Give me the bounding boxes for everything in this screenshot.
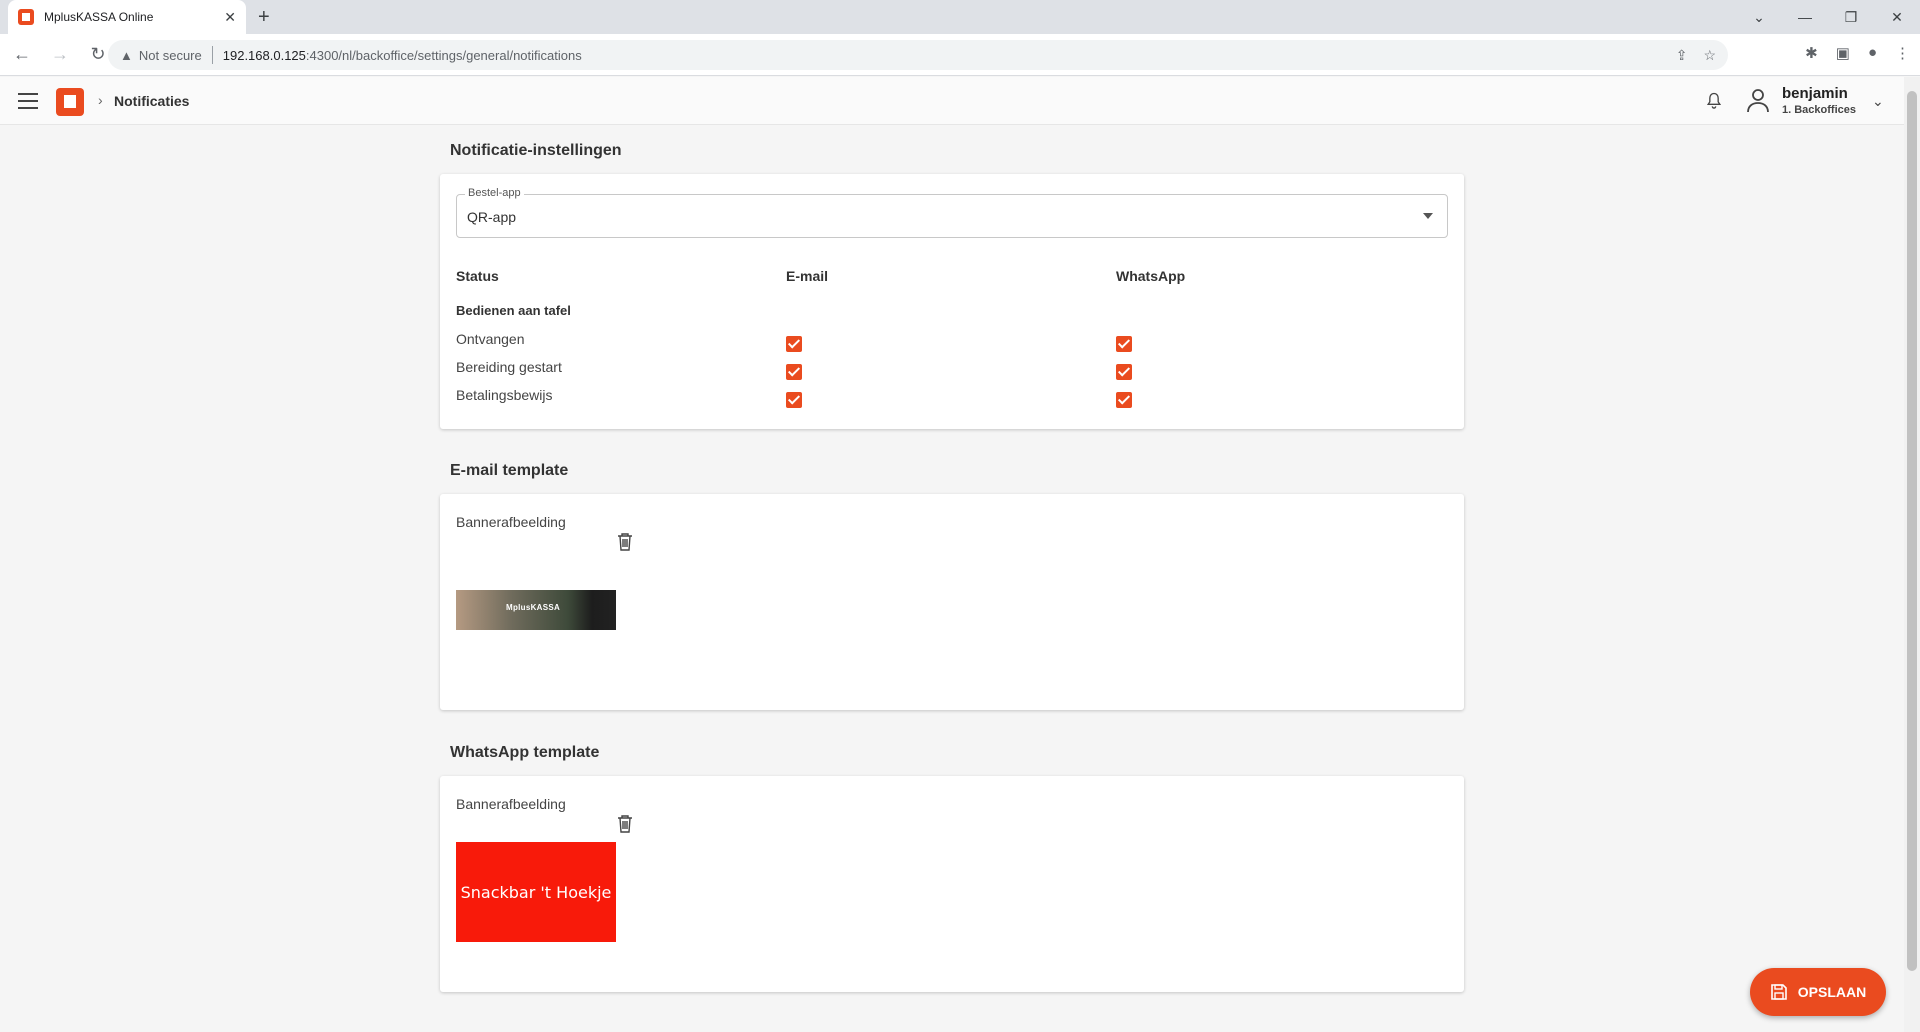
bell-icon[interactable] bbox=[1704, 91, 1724, 111]
dropdown-arrow-icon bbox=[1423, 213, 1433, 219]
payment-receipt-whatsapp-checkbox[interactable] bbox=[1116, 392, 1132, 408]
extension-icons: ✱ ▣ ● ⋮ bbox=[1805, 44, 1910, 62]
share-icon[interactable]: ⇪ bbox=[1676, 47, 1688, 64]
table-service-group-header: Bedienen aan tafel bbox=[456, 303, 571, 318]
status-row-label: Betalingsbewijs bbox=[456, 387, 553, 403]
user-role: 1. Backoffices bbox=[1782, 104, 1856, 116]
bookmark-star-icon[interactable]: ☆ bbox=[1703, 47, 1716, 64]
browser-tab[interactable]: MplusKASSA Online ✕ bbox=[8, 0, 246, 34]
url-path: :4300/nl/backoffice/settings/general/not… bbox=[305, 47, 582, 63]
menu-icon[interactable] bbox=[18, 93, 38, 109]
not-secure-label: Not secure bbox=[138, 47, 202, 63]
forward-icon[interactable]: → bbox=[44, 44, 76, 65]
email-column-header: E-mail bbox=[786, 268, 829, 284]
order-app-select-label: Bestel-app bbox=[465, 187, 524, 199]
mpluskassa-logo[interactable] bbox=[56, 88, 84, 116]
browser-menu-icon[interactable]: ⋮ bbox=[1895, 44, 1910, 62]
scrollbar-thumb[interactable] bbox=[1907, 91, 1917, 971]
email-banner-image: MplusKASSA bbox=[456, 590, 616, 630]
tab-title: MplusKASSA Online bbox=[44, 10, 154, 24]
page-scrollbar[interactable] bbox=[1904, 77, 1920, 1032]
notification-settings-title: Notificatie-instellingen bbox=[450, 142, 622, 159]
whatsapp-banner-label: Bannerafbeelding bbox=[456, 796, 566, 812]
app-header: › Notificaties benjamin 1. Backoffices ⌄ bbox=[0, 77, 1904, 125]
received-email-checkbox[interactable] bbox=[786, 336, 802, 352]
browser-toolbar: ← → ↻ ▲ Not secure 192.168.0.125:4300/nl… bbox=[0, 34, 1920, 76]
browser-tab-bar: MplusKASSA Online ✕ + ⌄ — ❐ ✕ bbox=[0, 0, 1920, 34]
profile-icon[interactable]: ● bbox=[1868, 44, 1877, 62]
warning-icon: ▲ bbox=[120, 47, 133, 63]
whatsapp-banner-image: Snackbar 't Hoekje bbox=[456, 842, 616, 942]
whatsapp-column-header: WhatsApp bbox=[1116, 268, 1186, 284]
whatsapp-banner-text: Snackbar 't Hoekje bbox=[460, 882, 612, 902]
user-icon[interactable] bbox=[1746, 87, 1770, 113]
preparation-started-email-checkbox[interactable] bbox=[786, 364, 802, 380]
preparation-started-whatsapp-checkbox[interactable] bbox=[1116, 364, 1132, 380]
email-template-card: Bannerafbeelding MplusKASSA bbox=[440, 494, 1464, 710]
trash-icon[interactable] bbox=[616, 814, 634, 834]
save-button[interactable]: OPSLAAN bbox=[1750, 968, 1886, 1016]
back-icon[interactable]: ← bbox=[6, 44, 38, 65]
floppy-disk-icon bbox=[1770, 984, 1787, 1000]
breadcrumb: Notificaties bbox=[114, 93, 190, 109]
received-whatsapp-checkbox[interactable] bbox=[1116, 336, 1132, 352]
new-tab-icon[interactable]: + bbox=[258, 6, 270, 29]
url-host: 192.168.0.125 bbox=[222, 47, 306, 63]
tab-search-icon[interactable]: ⌄ bbox=[1736, 9, 1782, 26]
email-banner-label: Bannerafbeelding bbox=[456, 514, 566, 530]
notification-settings-card: Bestel-app QR-app Status E-mail WhatsApp… bbox=[440, 174, 1464, 429]
tab-close-icon[interactable]: ✕ bbox=[224, 9, 236, 26]
trash-icon[interactable] bbox=[616, 532, 634, 552]
status-column-header: Status bbox=[456, 268, 499, 284]
extensions-puzzle-icon[interactable]: ✱ bbox=[1805, 44, 1818, 62]
side-panel-icon[interactable]: ▣ bbox=[1836, 44, 1850, 62]
window-controls: ⌄ — ❐ ✕ bbox=[1736, 0, 1920, 34]
whatsapp-template-card: Bannerafbeelding Snackbar 't Hoekje bbox=[440, 776, 1464, 992]
order-app-select-value: QR-app bbox=[467, 209, 517, 225]
mpluskassa-favicon-icon bbox=[18, 9, 34, 25]
security-indicator[interactable]: ▲ Not secure bbox=[120, 48, 202, 63]
url-text: 192.168.0.125:4300/nl/backoffice/setting… bbox=[223, 48, 582, 63]
omnibox-actions: ⇪ ☆ bbox=[1676, 47, 1716, 64]
order-app-select[interactable]: Bestel-app QR-app bbox=[456, 187, 1448, 238]
payment-receipt-email-checkbox[interactable] bbox=[786, 392, 802, 408]
chevron-down-icon[interactable]: ⌄ bbox=[1872, 93, 1884, 110]
email-banner-logo-text: MplusKASSA bbox=[506, 603, 561, 612]
status-row-label: Bereiding gestart bbox=[456, 359, 562, 375]
save-button-label: OPSLAAN bbox=[1797, 984, 1867, 1000]
omnibox-divider bbox=[211, 46, 213, 64]
whatsapp-template-title: WhatsApp template bbox=[450, 744, 600, 761]
minimize-icon[interactable]: — bbox=[1782, 9, 1828, 25]
user-name[interactable]: benjamin bbox=[1782, 85, 1848, 102]
chevron-right-icon: › bbox=[98, 92, 103, 108]
status-row-label: Ontvangen bbox=[456, 331, 525, 347]
email-template-title: E-mail template bbox=[450, 462, 569, 479]
close-window-icon[interactable]: ✕ bbox=[1874, 9, 1920, 26]
address-bar[interactable]: ▲ Not secure 192.168.0.125:4300/nl/backo… bbox=[108, 40, 1728, 70]
restore-icon[interactable]: ❐ bbox=[1828, 9, 1874, 26]
